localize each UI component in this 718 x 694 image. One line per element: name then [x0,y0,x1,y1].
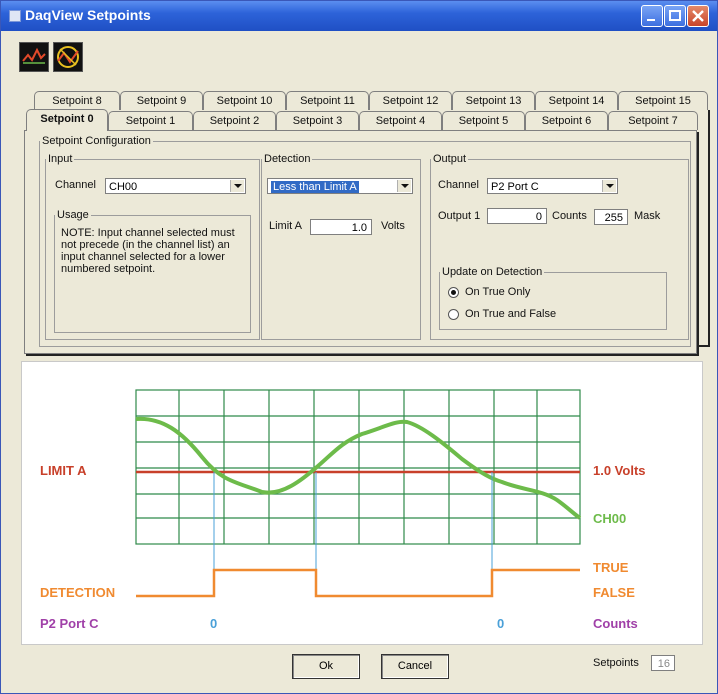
tab-setpoint-13[interactable]: Setpoint 13 [452,91,535,110]
minimize-icon [647,19,655,21]
app-icon [9,10,21,22]
port-diagram-label: P2 Port C [40,616,99,631]
chevron-down-icon[interactable] [602,180,616,192]
setpoints-window: DaqView Setpoints Setpoint 8 Setpoint 9 … [0,0,718,694]
setpoint-configuration-legend: Setpoint Configuration [42,135,151,147]
tab-setpoint-14[interactable]: Setpoint 14 [535,91,618,110]
count-marker-1: 0 [210,616,218,631]
usage-legend: Usage [57,209,89,221]
input-channel-label: Channel [55,179,96,191]
output-legend: Output [433,153,467,165]
counts-diagram-label: Counts [593,616,638,631]
maximize-button[interactable] [664,5,686,27]
limit-a-input[interactable]: 1.0 [310,219,372,235]
false-label: FALSE [593,585,635,600]
ok-button[interactable]: Ok [292,654,360,679]
mask-input[interactable]: 255 [594,209,628,225]
limit-a-label: Limit A [269,220,303,232]
diagram-grid [135,389,581,545]
usage-note: NOTE: Input channel selected must not pr… [61,227,235,275]
radio-on-true-only[interactable] [448,287,459,298]
tab-setpoint-0[interactable]: Setpoint 0 [26,109,108,131]
count-marker-2: 0 [497,616,505,631]
setpoints-count-label: Setpoints [593,657,639,669]
close-icon [692,10,704,22]
on-true-and-false-label: On True and False [465,308,557,320]
ch00-diagram-label: CH00 [593,511,627,526]
setpoint-diagram-svg [135,389,582,598]
setpoints-count-field: 16 [651,655,675,671]
cancel-button[interactable]: Cancel [381,654,449,679]
setpoint-diagram: LIMIT A DETECTION P2 Port C 1.0 Volts CH… [21,361,703,645]
output-channel-label: Channel [438,179,479,191]
limit-volts-label: 1.0 Volts [593,463,646,478]
chevron-down-icon[interactable] [230,180,244,192]
title-bar[interactable]: DaqView Setpoints [1,1,717,31]
maximize-icon [669,10,681,21]
tab-setpoint-10[interactable]: Setpoint 10 [203,91,286,110]
detection-legend: Detection [264,153,311,165]
counts-label: Counts [552,210,587,222]
minimize-button[interactable] [641,5,663,27]
output-1-input[interactable]: 0 [487,208,547,224]
detection-step-line [136,568,580,598]
input-legend: Input [48,153,73,165]
radio-on-true-and-false[interactable] [448,309,459,320]
mask-label: Mask [634,210,661,222]
limit-a-unit: Volts [381,220,405,232]
update-on-detection-legend: Update on Detection [442,266,543,278]
tab-setpoint-12[interactable]: Setpoint 12 [369,91,452,110]
close-button[interactable] [687,5,709,27]
true-label: TRUE [593,560,629,575]
input-channel-select[interactable]: CH00 [105,178,246,194]
setpoint-icon[interactable] [53,42,83,72]
on-true-only-label: On True Only [465,286,531,298]
input-channel-value: CH00 [109,181,138,193]
limit-a-diagram-label: LIMIT A [40,463,87,478]
setpoint-panel: Setpoint Configuration Input Channel CH0… [24,130,697,354]
output-channel-value: P2 Port C [491,181,539,193]
output-channel-select[interactable]: P2 Port C [487,178,618,194]
detection-diagram-label: DETECTION [40,585,116,600]
output-1-label: Output 1 [438,210,481,222]
tab-setpoint-8[interactable]: Setpoint 8 [34,91,120,110]
detection-mode-value: Less than Limit A [271,181,359,193]
window-title: DaqView Setpoints [25,7,151,23]
tab-setpoint-15[interactable]: Setpoint 15 [618,91,708,110]
chevron-down-icon[interactable] [397,180,411,192]
update-on-detection-group: Update on Detection [439,266,667,330]
detection-mode-select[interactable]: Less than Limit A [267,178,413,194]
tab-setpoint-11[interactable]: Setpoint 11 [286,91,369,110]
detection-markers [213,472,493,570]
waveform-icon[interactable] [19,42,49,72]
tab-setpoint-9[interactable]: Setpoint 9 [120,91,203,110]
